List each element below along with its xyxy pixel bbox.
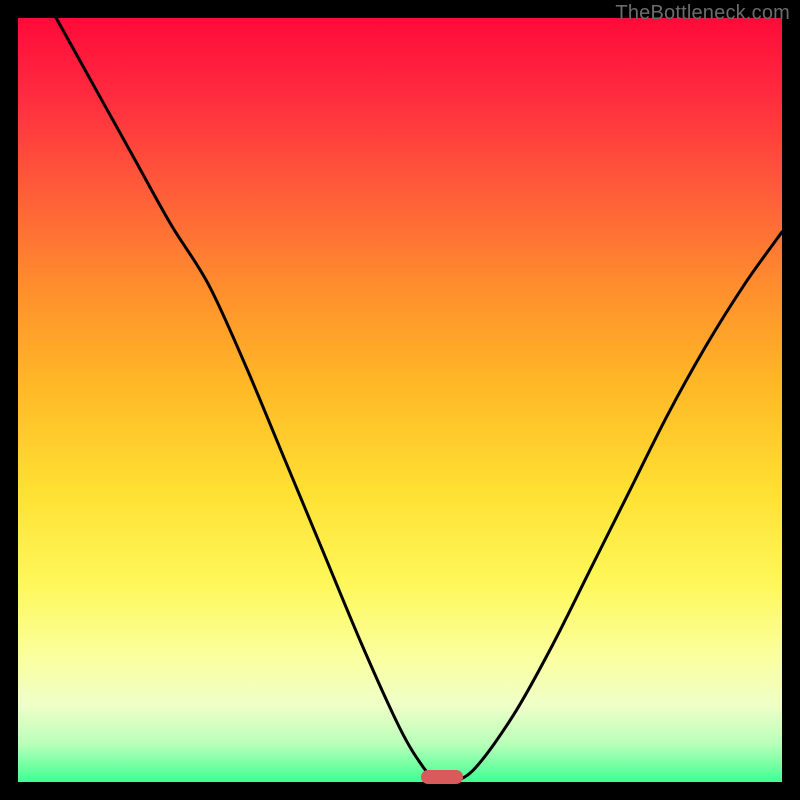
plot-area xyxy=(18,18,782,782)
optimal-marker xyxy=(421,770,463,784)
watermark-text: TheBottleneck.com xyxy=(615,2,790,25)
bottleneck-curve xyxy=(18,18,782,782)
chart-frame: TheBottleneck.com xyxy=(0,0,800,800)
